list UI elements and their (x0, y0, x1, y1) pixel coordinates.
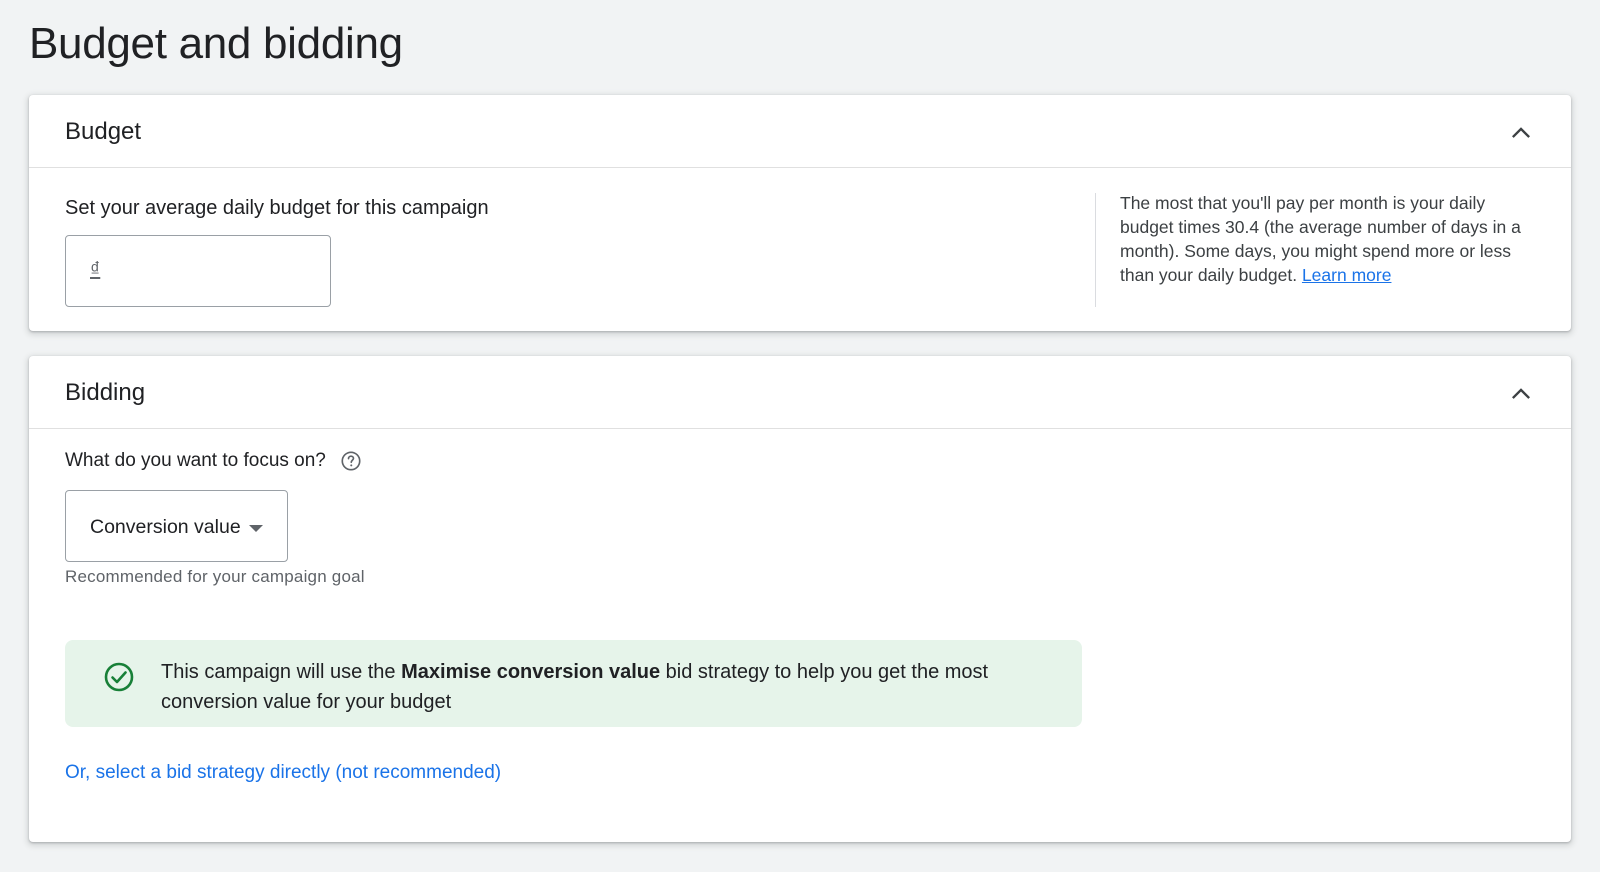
check-circle-icon (104, 662, 134, 692)
chevron-up-icon (1512, 388, 1530, 399)
dropdown-arrow-icon (249, 525, 263, 532)
focus-question-text: What do you want to focus on? (65, 450, 326, 471)
bid-strategy-notice: This campaign will use the Maximise conv… (65, 640, 1082, 727)
notice-text-before: This campaign will use the (161, 661, 402, 683)
learn-more-link[interactable]: Learn more (1302, 265, 1392, 285)
bidding-card-title: Bidding (65, 379, 146, 406)
daily-budget-field[interactable]: ₫ (65, 235, 331, 307)
select-bid-strategy-link[interactable]: Or, select a bid strategy directly (not … (65, 760, 501, 786)
budget-card: Budget Set your average daily budget for… (29, 95, 1571, 331)
notice-strategy-name: Maximise conversion value (401, 661, 661, 683)
page-title: Budget and bidding (29, 19, 403, 68)
budget-help-text: The most that you'll pay per month is yo… (1120, 191, 1530, 287)
focus-hint-text: Recommended for your campaign goal (65, 567, 365, 586)
focus-dropdown-value: Conversion value (90, 516, 241, 538)
help-circle-icon[interactable] (340, 450, 362, 472)
daily-budget-label: Set your average daily budget for this c… (65, 197, 489, 219)
bidding-card: Bidding What do you want to focus on? Co… (29, 356, 1571, 842)
chevron-up-icon (1512, 127, 1530, 138)
bidding-collapse-button[interactable] (1501, 374, 1541, 414)
focus-question-label: What do you want to focus on? (65, 449, 362, 473)
bid-strategy-notice-text: This campaign will use the Maximise conv… (161, 657, 1041, 717)
bidding-card-header[interactable]: Bidding (29, 356, 1571, 429)
budget-card-title: Budget (65, 118, 142, 145)
daily-budget-input[interactable] (110, 236, 320, 306)
budget-divider (1095, 193, 1096, 307)
focus-dropdown[interactable]: Conversion value (65, 490, 288, 562)
budget-card-header[interactable]: Budget (29, 95, 1571, 168)
currency-symbol: ₫ (90, 259, 101, 281)
budget-collapse-button[interactable] (1501, 113, 1541, 153)
